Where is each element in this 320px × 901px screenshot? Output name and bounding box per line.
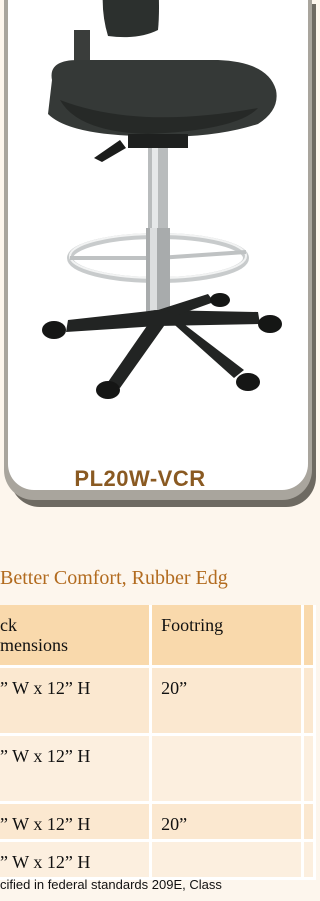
table-row: ” W x 12” H 20” — [0, 802, 317, 842]
table-header-row: ck mensions Footring — [0, 605, 317, 668]
table-row: ” W x 12” H — [0, 840, 317, 880]
chair-backrest — [102, 0, 159, 38]
chair-lever — [94, 140, 126, 162]
cell-back-dimensions: ” W x 12” H — [0, 802, 153, 842]
cell-footring: 20” — [150, 802, 304, 842]
cell-extra — [302, 840, 317, 880]
spec-table: ck mensions Footring ” W x 12” H 20” ” W… — [0, 605, 317, 880]
section-heading: Better Comfort, Rubber Edg — [0, 567, 228, 589]
cell-footring — [150, 840, 304, 880]
cell-back-dimensions: ” W x 12” H — [0, 734, 153, 804]
cell-extra — [302, 802, 317, 842]
footnote-text: cified in federal standards 209E, Class — [0, 877, 222, 892]
model-label: PL20W-VCR — [74, 466, 206, 491]
chair-product-image[interactable] — [8, 0, 308, 490]
product-image-frame — [8, 0, 308, 490]
cell-footring — [150, 734, 304, 804]
cell-footring: 20” — [150, 666, 304, 736]
cell-extra — [302, 734, 317, 804]
table-row: ” W x 12” H 20” — [0, 666, 317, 736]
header-footring: Footring — [150, 605, 304, 668]
cell-back-dimensions: ” W x 12” H — [0, 666, 153, 736]
header-back-dimensions: ck mensions — [0, 605, 153, 668]
cell-extra — [302, 666, 317, 736]
product-card: PL20W-VCR — [0, 0, 316, 510]
header-extra — [302, 605, 317, 668]
cell-back-dimensions: ” W x 12” H — [0, 840, 153, 880]
table-row: ” W x 12” H — [0, 734, 317, 804]
header-back-dimensions-text: ck mensions — [0, 615, 69, 655]
